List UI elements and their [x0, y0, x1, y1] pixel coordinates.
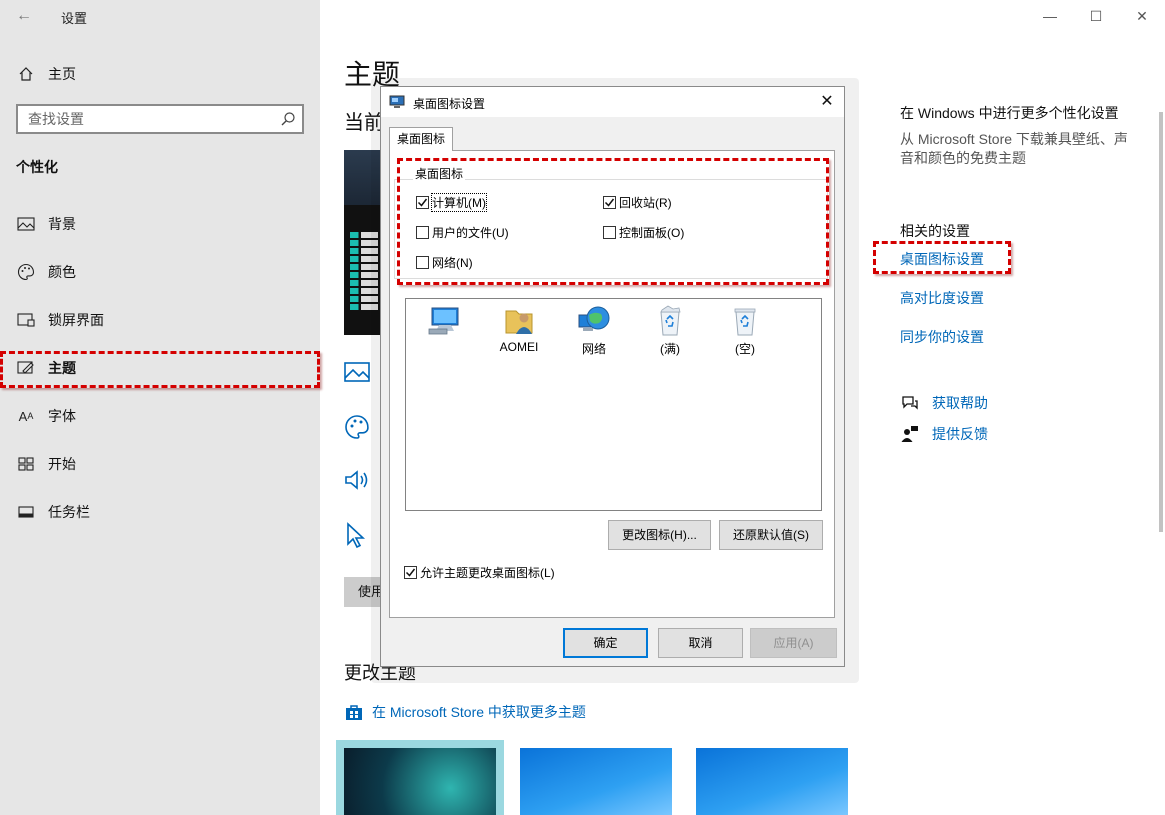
allow-themes-checkbox-label: 允许主题更改桌面图标(L) — [420, 566, 555, 580]
sync-settings-link[interactable]: 同步你的设置 — [900, 327, 984, 347]
personalize-heading: 在 Windows 中进行更多个性化设置 — [900, 105, 1119, 121]
personalize-description: 从 Microsoft Store 下载兼具壁纸、声音和颜色的免费主题 — [900, 131, 1128, 166]
font-icon: AA — [18, 408, 34, 424]
theme-thumbnail[interactable] — [520, 748, 672, 815]
sidebar-item-fonts[interactable]: AA 字体 — [0, 392, 320, 440]
help-chat-icon — [900, 393, 920, 413]
desktop-icon — [389, 95, 405, 109]
icon-item-recycle-empty[interactable]: (空) — [713, 305, 777, 357]
scrollbar[interactable] — [1159, 112, 1163, 532]
user-folder-icon — [505, 310, 533, 334]
cancel-button[interactable]: 取消 — [658, 628, 743, 658]
feedback-person-icon — [900, 424, 920, 444]
change-icon-button[interactable]: 更改图标(H)... — [608, 520, 711, 550]
icon-item-user-folder[interactable]: AOMEI — [487, 305, 551, 354]
icon-item-network[interactable]: 网络 — [562, 305, 626, 357]
home-icon — [16, 64, 36, 84]
sidebar-item-label: 任务栏 — [48, 504, 90, 520]
search-box[interactable] — [16, 104, 304, 134]
desktop-icon-list[interactable]: AOMEI 网络 (满) (空) — [405, 298, 822, 511]
highlight-checkbox-group — [397, 158, 829, 285]
nav-home-label: 主页 — [48, 66, 76, 82]
close-button[interactable]: ✕ — [1119, 0, 1165, 32]
feedback-link[interactable]: 提供反馈 — [900, 424, 988, 444]
lock-screen-icon — [16, 310, 36, 330]
sidebar-item-label: 颜色 — [48, 264, 76, 280]
restore-default-button[interactable]: 还原默认值(S) — [719, 520, 823, 550]
minimize-button[interactable]: — — [1027, 0, 1073, 32]
sidebar-item-label: 字体 — [48, 408, 76, 424]
taskbar-icon — [16, 502, 36, 522]
sidebar-item-label: 锁屏界面 — [48, 312, 104, 328]
sidebar: ← 设置 主页 个性化 背景 颜色 锁屏界面 — [0, 0, 320, 815]
theme-option-icons — [344, 360, 372, 576]
maximize-button[interactable]: ☐ — [1073, 0, 1119, 32]
apply-button[interactable]: 应用(A) — [750, 628, 837, 658]
palette-icon — [16, 262, 36, 282]
sidebar-item-lock-screen[interactable]: 锁屏界面 — [0, 296, 320, 344]
computer-icon — [428, 307, 459, 335]
high-contrast-settings-link[interactable]: 高对比度设置 — [900, 288, 984, 308]
store-bag-icon — [344, 702, 364, 722]
search-input[interactable] — [18, 106, 258, 132]
get-help-label: 获取帮助 — [932, 395, 988, 411]
window-title: 设置 — [61, 11, 88, 26]
dialog-titlebar[interactable]: 桌面图标设置 ✕ — [381, 87, 844, 117]
related-settings-heading: 相关的设置 — [900, 223, 970, 239]
back-arrow-icon[interactable]: ← — [12, 4, 36, 28]
recycle-bin-empty-icon — [734, 308, 756, 336]
sound-icon[interactable] — [344, 468, 372, 496]
highlight-theme-item — [0, 351, 320, 388]
sidebar-item-start[interactable]: 开始 — [0, 440, 320, 488]
background-icon — [16, 214, 36, 234]
sidebar-item-background[interactable]: 背景 — [0, 200, 320, 248]
store-themes-link[interactable]: 在 Microsoft Store 中获取更多主题 — [344, 702, 586, 722]
icon-item-recycle-full[interactable]: (满) — [638, 305, 702, 357]
search-icon[interactable] — [280, 111, 296, 127]
ok-button[interactable]: 确定 — [563, 628, 648, 658]
nav-home[interactable]: 主页 — [16, 62, 76, 86]
theme-thumbnail[interactable] — [336, 740, 504, 815]
background-icon[interactable] — [344, 360, 372, 388]
store-link-label: 在 Microsoft Store 中获取更多主题 — [372, 704, 586, 720]
dialog-close-button[interactable]: ✕ — [816, 91, 838, 113]
checkmark-icon — [404, 566, 417, 579]
section-title: 个性化 — [16, 159, 58, 175]
highlight-desktop-icon-link — [873, 241, 1011, 274]
feedback-label: 提供反馈 — [932, 426, 988, 442]
start-icon — [16, 454, 36, 474]
sidebar-item-label: 背景 — [48, 216, 76, 232]
allow-themes-checkbox[interactable]: 允许主题更改桌面图标(L) — [404, 564, 555, 581]
window-controls: — ☐ ✕ — [1027, 0, 1165, 32]
recycle-bin-full-icon — [660, 305, 681, 336]
sidebar-item-label: 开始 — [48, 456, 76, 472]
palette-icon[interactable] — [344, 414, 372, 442]
theme-thumbnail[interactable] — [696, 748, 848, 815]
sidebar-item-colors[interactable]: 颜色 — [0, 248, 320, 296]
get-help-link[interactable]: 获取帮助 — [900, 393, 988, 413]
cursor-icon[interactable] — [344, 522, 372, 550]
network-globe-icon — [578, 306, 610, 331]
dialog-title: 桌面图标设置 — [413, 97, 486, 111]
tab-desktop-icons[interactable]: 桌面图标 — [389, 127, 453, 151]
icon-item-computer[interactable] — [412, 305, 476, 340]
sidebar-item-taskbar[interactable]: 任务栏 — [0, 488, 320, 536]
